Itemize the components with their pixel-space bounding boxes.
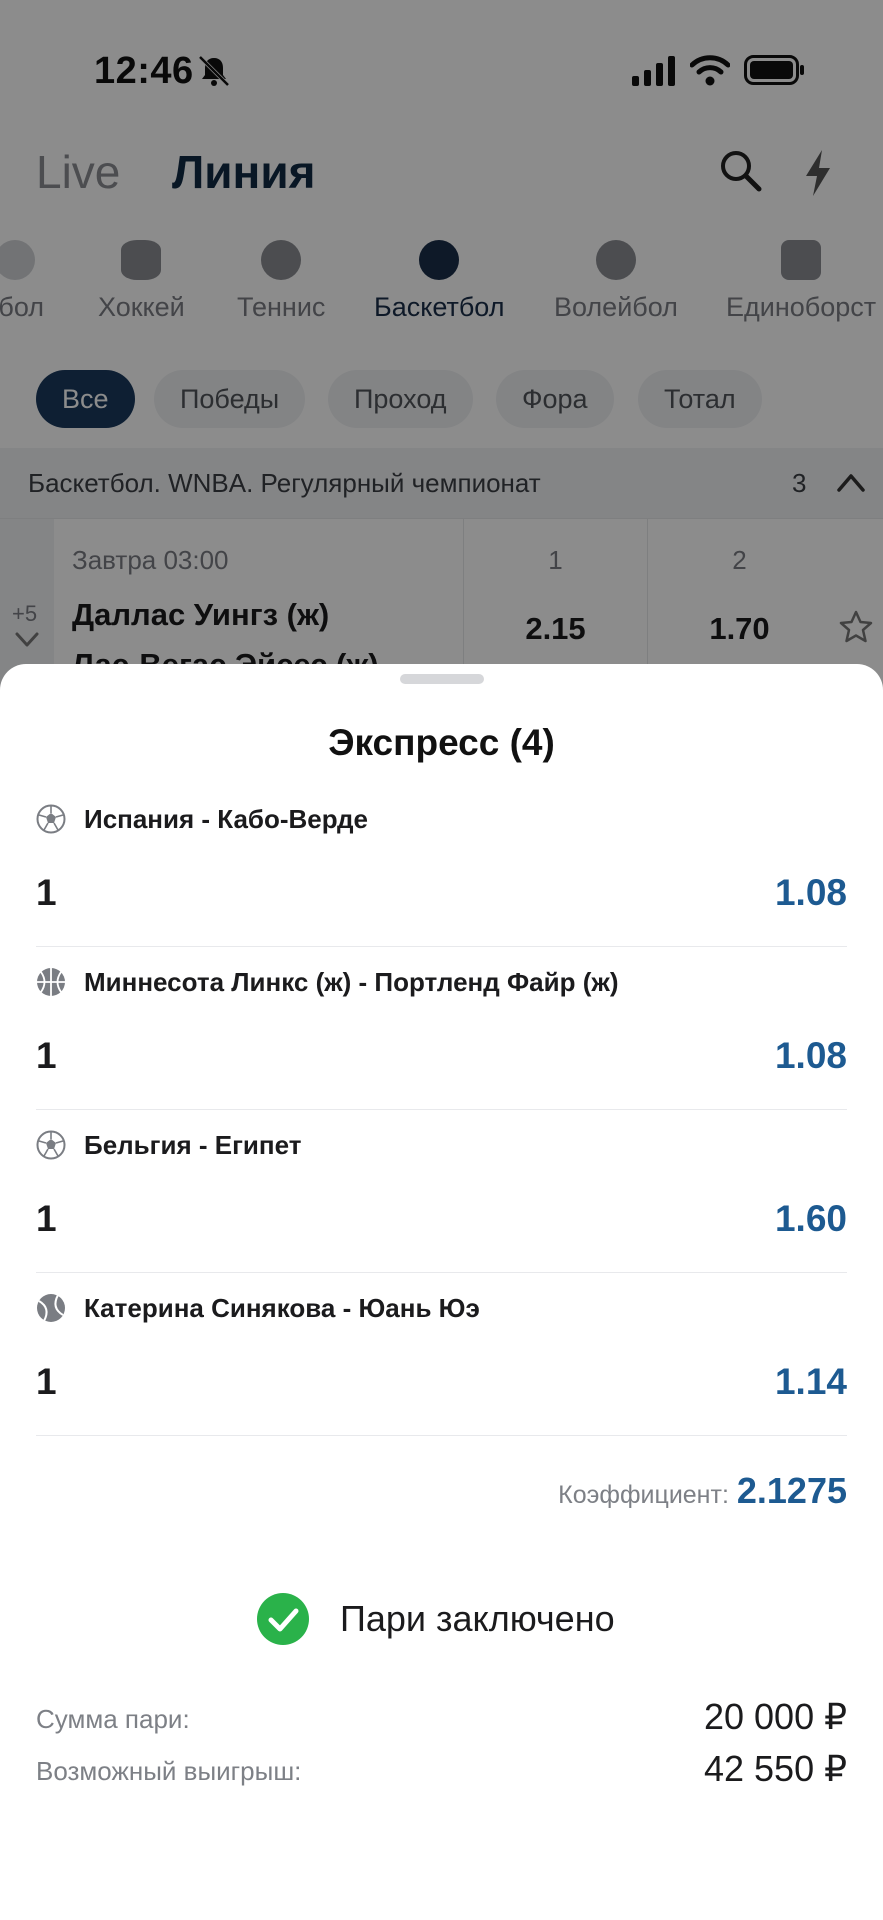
bet-outcome: 1 bbox=[36, 872, 57, 913]
bet-outcome: 1 bbox=[36, 1361, 57, 1402]
bet-item: Бельгия - Египет 1 1.60 bbox=[36, 1110, 847, 1273]
success-text: Пари заключено bbox=[340, 1598, 615, 1639]
win-value: 42 550 ₽ bbox=[703, 1748, 847, 1789]
sheet-title: Экспресс (4) bbox=[328, 722, 555, 763]
sheet-grabber[interactable] bbox=[400, 674, 484, 684]
bet-odd: 1.14 bbox=[774, 1361, 847, 1402]
tennis-ball-icon bbox=[37, 1294, 65, 1322]
bet-outcome: 1 bbox=[36, 1035, 57, 1076]
bet-item: Испания - Кабо-Верде 1 1.08 bbox=[36, 784, 847, 947]
stake-row: Сумма пари: 20 000 ₽ bbox=[36, 1696, 847, 1746]
coefficient-label: Коэффициент: bbox=[558, 1481, 729, 1509]
bet-outcome: 1 bbox=[36, 1198, 57, 1239]
win-row: Возможный выигрыш: 42 550 ₽ bbox=[36, 1748, 847, 1798]
bet-event-name: Испания - Кабо-Верде bbox=[84, 804, 368, 834]
bet-odd: 1.08 bbox=[774, 872, 847, 913]
stake-value: 20 000 ₽ bbox=[703, 1696, 847, 1737]
coefficient-value: 2.1275 bbox=[736, 1470, 847, 1511]
total-coefficient: Коэффициент: 2.1275 bbox=[36, 1470, 847, 1512]
bet-item: Миннесота Линкс (ж) - Портленд Файр (ж) … bbox=[36, 947, 847, 1110]
bet-event-name: Миннесота Линкс (ж) - Портленд Файр (ж) bbox=[84, 967, 619, 997]
bet-odd: 1.08 bbox=[774, 1035, 847, 1076]
soccer-ball-icon bbox=[36, 1130, 66, 1160]
win-label: Возможный выигрыш: bbox=[36, 1756, 302, 1786]
soccer-ball-icon bbox=[36, 804, 66, 834]
basketball-icon bbox=[37, 968, 65, 996]
stake-label: Сумма пари: bbox=[36, 1704, 190, 1734]
bet-odd: 1.60 bbox=[774, 1198, 847, 1239]
bet-slip-sheet: Экспресс (4) Испания - Кабо-Верде 1 1.08… bbox=[0, 664, 883, 1920]
dim-overlay[interactable] bbox=[0, 0, 883, 700]
success-status: Пари заключено bbox=[0, 1592, 883, 1648]
bet-event-name: Бельгия - Египет bbox=[84, 1130, 302, 1160]
bet-event-name: Катерина Синякова - Юань Юэ bbox=[84, 1293, 480, 1323]
bet-item: Катерина Синякова - Юань Юэ 1 1.14 bbox=[36, 1273, 847, 1436]
check-circle-icon bbox=[257, 1593, 309, 1645]
